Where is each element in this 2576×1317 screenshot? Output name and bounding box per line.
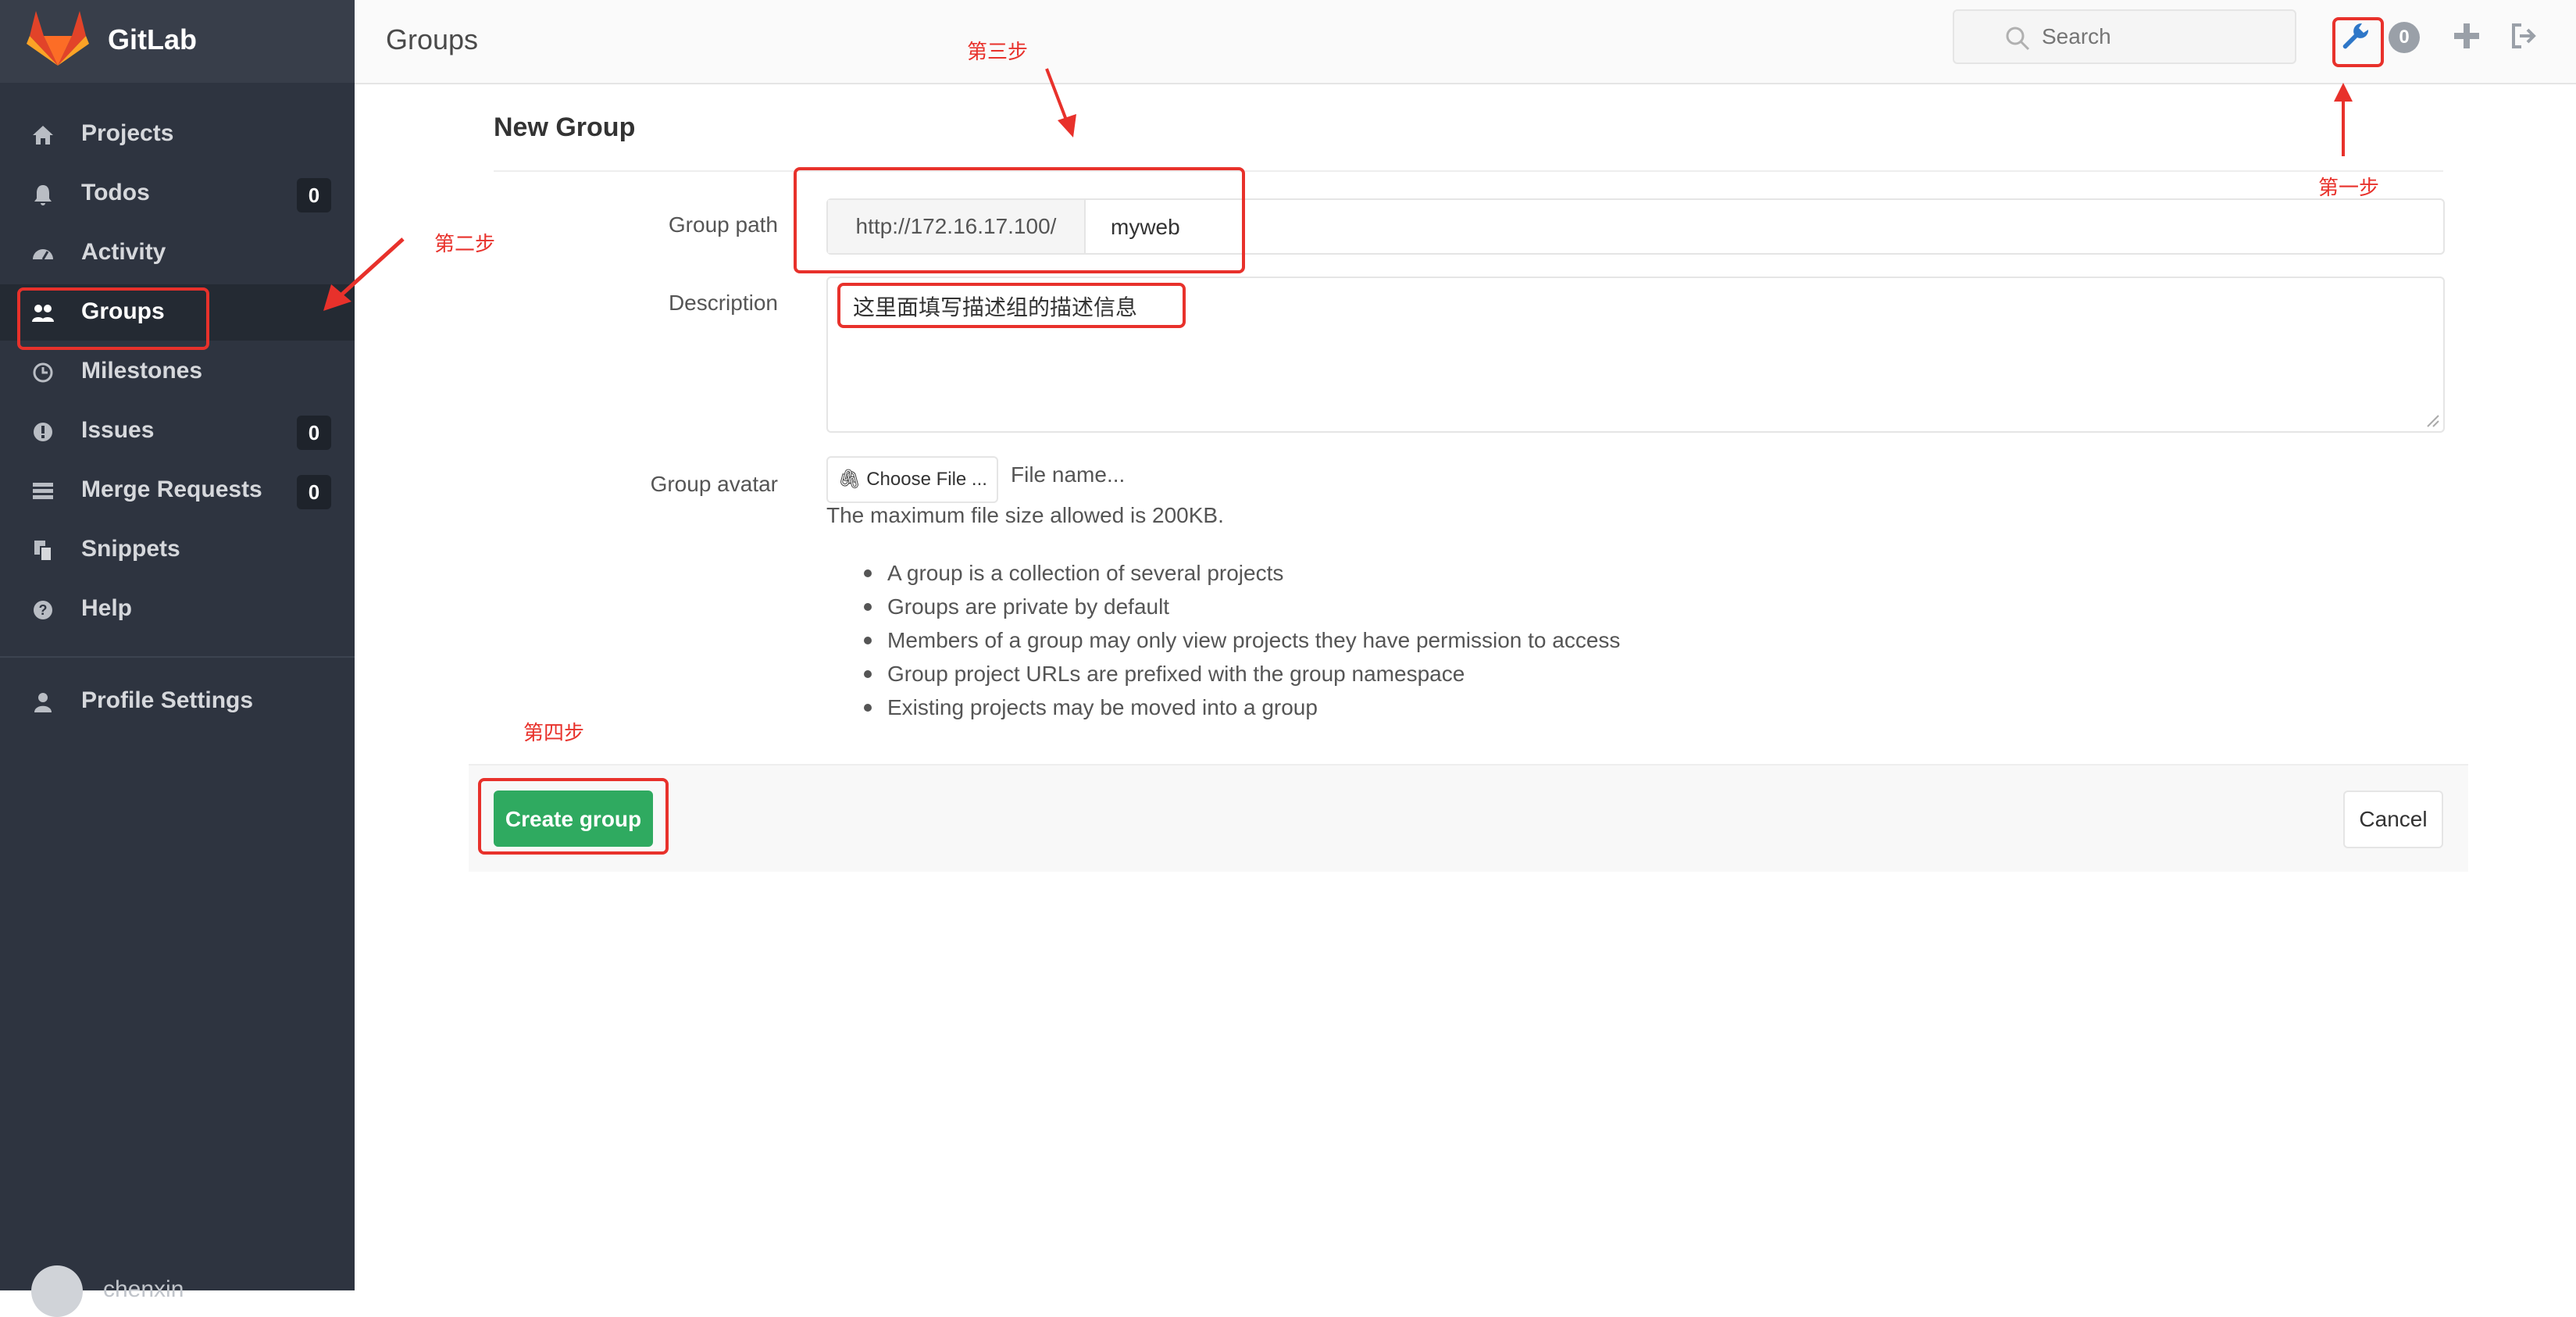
annotation-box-step2 (17, 287, 209, 350)
sidebar-item-merge-requests[interactable]: Merge Requests 0 (0, 462, 355, 519)
top-header: Groups (355, 0, 2576, 84)
clipboard-icon (34, 541, 52, 562)
todos-count-badge: 0 (297, 178, 331, 212)
annotation-arrow-step1 (2334, 83, 2353, 156)
list-item: A group is a collection of several proje… (864, 556, 1620, 590)
sidebar-item-projects[interactable]: Projects (0, 106, 355, 162)
sidebar-item-activity[interactable]: Activity (0, 225, 355, 281)
group-info-list: A group is a collection of several proje… (864, 556, 1620, 724)
question-circle-icon: ? (34, 601, 52, 619)
annotation-label-step4: 第四步 (523, 721, 585, 744)
list-item: Existing projects may be moved into a gr… (864, 691, 1620, 724)
annotation-label-step2: 第二步 (434, 232, 496, 255)
user-name[interactable]: chenxin (103, 1276, 184, 1303)
list-item: Groups are private by default (864, 590, 1620, 623)
file-name-text: File name... (1011, 462, 1126, 487)
sidebar: GitLab Projects Todos 0 Activity Groups … (0, 0, 355, 1317)
page-title: Groups (386, 23, 479, 55)
sidebar-item-milestones[interactable]: Milestones (0, 344, 355, 400)
description-label: Description (668, 291, 778, 315)
search-input[interactable] (2040, 20, 2278, 53)
bell-icon (34, 185, 52, 205)
exclamation-circle-icon (34, 423, 52, 441)
sidebar-item-label: Snippets (81, 536, 180, 562)
sidebar-item-label: Issues (81, 417, 155, 443)
brand-header[interactable]: GitLab (0, 0, 355, 83)
annotation-arrow-step3 (1045, 68, 1076, 137)
cancel-button[interactable]: Cancel (2343, 791, 2443, 848)
sidebar-item-label: Activity (81, 239, 166, 265)
brand-name: GitLab (108, 23, 197, 55)
choose-file-button[interactable]: 🖇 Choose File ... (826, 456, 998, 503)
avatar[interactable] (31, 1265, 83, 1317)
choose-file-label: Choose File ... (866, 469, 987, 490)
list-item: Members of a group may only view project… (864, 623, 1620, 657)
annotation-box-step1 (2332, 17, 2384, 67)
sidebar-item-label: Help (81, 595, 133, 621)
sidebar-item-snippets[interactable]: Snippets (0, 522, 355, 578)
max-size-help: The maximum file size allowed is 200KB. (826, 503, 1224, 527)
form-actions: Create group Cancel (469, 764, 2468, 872)
list-item: Group project URLs are prefixed with the… (864, 657, 1620, 691)
sidebar-item-label: Milestones (81, 358, 203, 384)
user-icon (34, 693, 52, 712)
search-icon (2006, 27, 2030, 51)
gitlab-fox-icon (27, 11, 89, 66)
sidebar-item-label: Profile Settings (81, 687, 254, 713)
paperclip-icon: 🖇 (837, 469, 862, 490)
clock-icon (33, 362, 53, 383)
sidebar-item-label: Todos (81, 180, 150, 205)
sidebar-item-issues[interactable]: Issues 0 (0, 403, 355, 459)
form-heading: New Group (494, 112, 636, 142)
annotation-box-step4 (478, 778, 669, 855)
svg-text:?: ? (39, 602, 48, 618)
group-path-input[interactable] (1109, 211, 2362, 244)
tasks-icon (33, 483, 53, 499)
annotation-label-step1: 第一步 (2318, 176, 2380, 199)
sidebar-divider (0, 656, 355, 658)
issues-count-badge: 0 (297, 416, 331, 450)
group-avatar-label: Group avatar (650, 472, 778, 496)
plus-icon[interactable] (2449, 19, 2484, 53)
dashboard-icon (33, 249, 53, 260)
sidebar-item-profile-settings[interactable]: Profile Settings (0, 673, 355, 730)
merge-requests-count-badge: 0 (297, 475, 331, 509)
sign-out-icon[interactable] (2507, 19, 2542, 53)
annotation-box-step3-path (794, 167, 1245, 273)
annotation-arrow-step2 (323, 237, 405, 311)
heading-divider (494, 170, 2443, 172)
group-path-label: Group path (668, 212, 778, 237)
sidebar-item-label: Merge Requests (81, 476, 262, 502)
sidebar-item-help[interactable]: ? Help (0, 581, 355, 637)
sidebar-item-todos[interactable]: Todos 0 (0, 166, 355, 222)
resize-grip-icon[interactable] (2424, 412, 2440, 428)
annotation-label-step3: 第三步 (967, 40, 1029, 63)
search-box[interactable] (1953, 9, 2296, 64)
home-icon (33, 126, 53, 145)
sidebar-item-label: Projects (81, 120, 174, 146)
todos-count-header[interactable]: 0 (2389, 22, 2420, 53)
annotation-box-step3-description (837, 283, 1186, 328)
